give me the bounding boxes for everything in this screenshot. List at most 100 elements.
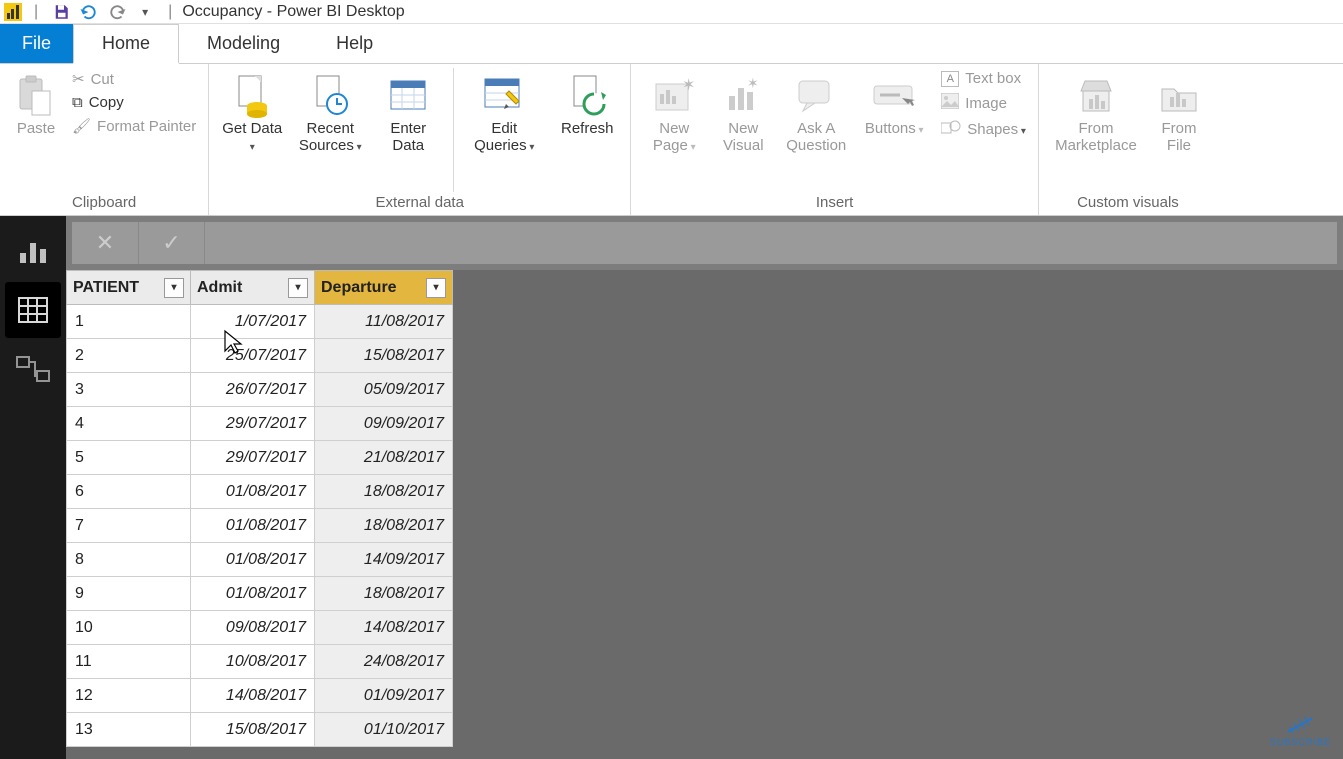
- table-row[interactable]: 529/07/201721/08/2017: [67, 441, 453, 475]
- cell-patient[interactable]: 10: [67, 611, 191, 645]
- cell-departure[interactable]: 05/09/2017: [315, 373, 453, 407]
- formula-cancel-button[interactable]: ✕: [72, 222, 138, 264]
- tab-modeling[interactable]: Modeling: [179, 24, 308, 63]
- cell-departure[interactable]: 18/08/2017: [315, 509, 453, 543]
- cell-patient[interactable]: 1: [67, 305, 191, 339]
- scissors-icon: ✂: [72, 70, 85, 88]
- paste-button[interactable]: Paste: [8, 68, 64, 141]
- filter-button-admit[interactable]: ▾: [288, 278, 308, 298]
- cell-patient[interactable]: 9: [67, 577, 191, 611]
- cell-patient[interactable]: 8: [67, 543, 191, 577]
- buttons-button[interactable]: Buttons: [859, 68, 929, 141]
- table-row[interactable]: 801/08/201714/09/2017: [67, 543, 453, 577]
- cell-departure[interactable]: 01/09/2017: [315, 679, 453, 713]
- refresh-button[interactable]: Refresh: [552, 68, 622, 141]
- cell-patient[interactable]: 6: [67, 475, 191, 509]
- cut-button[interactable]: ✂ Cut: [68, 68, 200, 90]
- column-header-patient[interactable]: PATIENT▾: [67, 271, 191, 305]
- new-visual-icon: ✶: [725, 72, 761, 120]
- data-view-button[interactable]: [5, 282, 61, 338]
- cell-admit[interactable]: 01/08/2017: [191, 577, 315, 611]
- qat-customize[interactable]: ▾: [134, 2, 156, 22]
- get-data-button[interactable]: Get Data: [217, 68, 287, 159]
- cell-admit[interactable]: 29/07/2017: [191, 407, 315, 441]
- redo-button[interactable]: [106, 2, 128, 22]
- table-row[interactable]: 429/07/201709/09/2017: [67, 407, 453, 441]
- table-row[interactable]: 901/08/201718/08/2017: [67, 577, 453, 611]
- copy-icon: ⧉: [72, 94, 83, 111]
- cell-patient[interactable]: 3: [67, 373, 191, 407]
- filter-button-patient[interactable]: ▾: [164, 278, 184, 298]
- new-visual-button[interactable]: ✶ New Visual: [713, 68, 773, 159]
- cell-patient[interactable]: 5: [67, 441, 191, 475]
- report-view-button[interactable]: [5, 222, 61, 278]
- cell-admit[interactable]: 09/08/2017: [191, 611, 315, 645]
- table-row[interactable]: 1009/08/201714/08/2017: [67, 611, 453, 645]
- table-row[interactable]: 601/08/201718/08/2017: [67, 475, 453, 509]
- formula-commit-button[interactable]: ✓: [138, 222, 204, 264]
- edit-queries-button[interactable]: Edit Queries: [464, 68, 544, 159]
- group-label-custom-visuals: Custom visuals: [1047, 192, 1209, 215]
- cell-admit[interactable]: 01/08/2017: [191, 543, 315, 577]
- tab-file[interactable]: File: [0, 24, 73, 63]
- cell-admit[interactable]: 10/08/2017: [191, 645, 315, 679]
- copy-button[interactable]: ⧉ Copy: [68, 92, 200, 113]
- cell-patient[interactable]: 7: [67, 509, 191, 543]
- svg-text:✶: ✶: [682, 78, 694, 94]
- cell-admit[interactable]: 15/08/2017: [191, 713, 315, 747]
- save-button[interactable]: [50, 2, 72, 22]
- new-page-button[interactable]: ✶ New Page: [639, 68, 709, 159]
- column-header-departure[interactable]: Departure▾: [315, 271, 453, 305]
- table-row[interactable]: 225/07/201715/08/2017: [67, 339, 453, 373]
- cell-departure[interactable]: 15/08/2017: [315, 339, 453, 373]
- formula-bar: ✕ ✓: [66, 216, 1343, 270]
- text-box-button[interactable]: A Text box: [937, 68, 1030, 89]
- cell-departure[interactable]: 14/09/2017: [315, 543, 453, 577]
- recent-sources-button[interactable]: Recent Sources: [295, 68, 365, 159]
- cell-admit[interactable]: 01/08/2017: [191, 475, 315, 509]
- tab-help[interactable]: Help: [308, 24, 401, 63]
- table-row[interactable]: 1110/08/201724/08/2017: [67, 645, 453, 679]
- cell-admit[interactable]: 25/07/2017: [191, 339, 315, 373]
- cell-departure[interactable]: 09/09/2017: [315, 407, 453, 441]
- tab-home[interactable]: Home: [73, 24, 179, 64]
- cell-patient[interactable]: 12: [67, 679, 191, 713]
- data-table[interactable]: PATIENT▾ Admit▾ Departure▾ 11/07/201711/…: [66, 270, 453, 747]
- cell-admit[interactable]: 01/08/2017: [191, 509, 315, 543]
- formula-input[interactable]: [204, 222, 1337, 264]
- data-grid-area: PATIENT▾ Admit▾ Departure▾ 11/07/201711/…: [66, 270, 1343, 759]
- cell-departure[interactable]: 18/08/2017: [315, 577, 453, 611]
- ask-question-button[interactable]: Ask A Question: [777, 68, 855, 159]
- from-file-button[interactable]: From File: [1149, 68, 1209, 159]
- table-row[interactable]: 701/08/201718/08/2017: [67, 509, 453, 543]
- cell-departure[interactable]: 01/10/2017: [315, 713, 453, 747]
- enter-data-button[interactable]: Enter Data: [373, 68, 443, 159]
- table-row[interactable]: 326/07/201705/09/2017: [67, 373, 453, 407]
- undo-button[interactable]: [78, 2, 100, 22]
- group-label-clipboard: Clipboard: [8, 192, 200, 215]
- cell-departure[interactable]: 24/08/2017: [315, 645, 453, 679]
- shapes-button[interactable]: Shapes: [937, 117, 1030, 141]
- cell-patient[interactable]: 11: [67, 645, 191, 679]
- cell-admit[interactable]: 26/07/2017: [191, 373, 315, 407]
- cell-admit[interactable]: 14/08/2017: [191, 679, 315, 713]
- table-row[interactable]: 11/07/201711/08/2017: [67, 305, 453, 339]
- buttons-icon: [872, 72, 916, 120]
- table-row[interactable]: 1315/08/201701/10/2017: [67, 713, 453, 747]
- format-painter-button[interactable]: 🖌 Format Painter: [68, 115, 200, 137]
- cell-admit[interactable]: 1/07/2017: [191, 305, 315, 339]
- cell-departure[interactable]: 11/08/2017: [315, 305, 453, 339]
- from-marketplace-button[interactable]: From Marketplace: [1047, 68, 1145, 159]
- cell-patient[interactable]: 13: [67, 713, 191, 747]
- column-header-admit[interactable]: Admit▾: [191, 271, 315, 305]
- cell-admit[interactable]: 29/07/2017: [191, 441, 315, 475]
- model-view-button[interactable]: [5, 342, 61, 398]
- filter-button-departure[interactable]: ▾: [426, 278, 446, 298]
- cell-departure[interactable]: 14/08/2017: [315, 611, 453, 645]
- cell-patient[interactable]: 2: [67, 339, 191, 373]
- table-row[interactable]: 1214/08/201701/09/2017: [67, 679, 453, 713]
- cell-patient[interactable]: 4: [67, 407, 191, 441]
- cell-departure[interactable]: 18/08/2017: [315, 475, 453, 509]
- image-button[interactable]: Image: [937, 91, 1030, 115]
- cell-departure[interactable]: 21/08/2017: [315, 441, 453, 475]
